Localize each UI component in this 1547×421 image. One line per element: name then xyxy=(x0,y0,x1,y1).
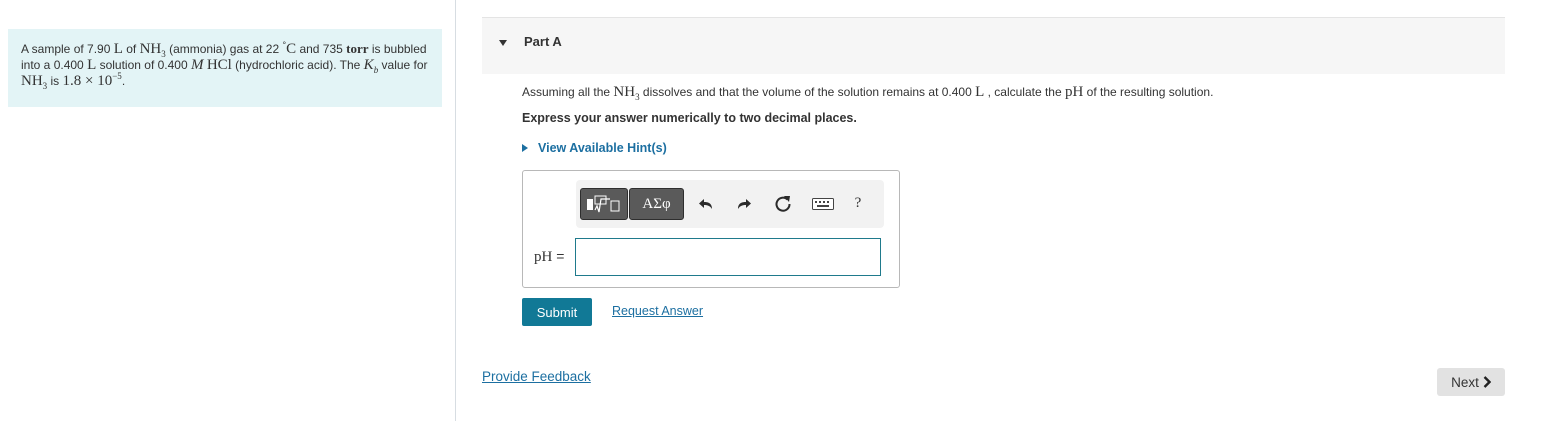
panel-divider xyxy=(455,0,456,421)
part-header[interactable]: Part A xyxy=(482,17,1505,74)
formula-nh3: NH3 xyxy=(21,73,48,91)
reset-icon[interactable] xyxy=(772,193,794,215)
keyboard-icon[interactable] xyxy=(810,195,836,213)
view-hints-toggle[interactable]: View Available Hint(s) xyxy=(522,141,667,155)
formula-nh3: NH3 xyxy=(139,41,166,59)
ph-symbol: pH xyxy=(1064,84,1084,100)
next-label: Next xyxy=(1451,374,1479,390)
undo-icon[interactable] xyxy=(696,194,716,214)
math-toolbar: ΑΣφ ? xyxy=(576,180,884,228)
redo-icon[interactable] xyxy=(734,194,754,214)
hint-label[interactable]: View Available Hint(s) xyxy=(538,141,667,155)
ph-answer-input[interactable] xyxy=(575,238,881,276)
problem-text: A sample of 7.90 xyxy=(21,42,114,56)
submit-button[interactable]: Submit xyxy=(522,298,592,326)
problem-text: is xyxy=(47,74,63,88)
unit-liters: L xyxy=(113,41,123,57)
problem-text: (ammonia) gas at 22 xyxy=(165,42,283,56)
formula-hcl: HCl xyxy=(206,57,232,73)
caret-down-icon[interactable] xyxy=(499,40,507,46)
chevron-right-icon xyxy=(1483,376,1491,388)
problem-statement: A sample of 7.90 L of NH3 (ammonia) gas … xyxy=(8,29,442,107)
templates-icon xyxy=(587,195,620,213)
answer-box: ΑΣφ ? pH = xyxy=(522,170,900,288)
formula-nh3: NH3 xyxy=(613,84,640,102)
unit-liters: L xyxy=(87,57,97,73)
answer-label: pH = xyxy=(534,248,565,265)
problem-text: (hydrochloric acid). The xyxy=(231,58,364,72)
problem-text: solution of 0.400 xyxy=(96,58,191,72)
question-text: Assuming all the NH3 dissolves and that … xyxy=(522,84,1214,102)
greek-symbols-button[interactable]: ΑΣφ xyxy=(629,188,684,220)
unit-torr: torr xyxy=(346,41,369,56)
problem-text: of xyxy=(122,42,140,56)
problem-text: value for xyxy=(378,58,428,72)
problem-text: and 735 xyxy=(296,42,347,56)
unit-celsius: C xyxy=(286,41,297,57)
next-button[interactable]: Next xyxy=(1437,368,1505,396)
unit-molarity: M xyxy=(190,57,204,73)
problem-text: . xyxy=(121,74,126,88)
caret-right-icon xyxy=(522,144,528,152)
provide-feedback-link[interactable]: Provide Feedback xyxy=(482,369,591,384)
templates-button[interactable] xyxy=(580,188,628,220)
answer-instruction: Express your answer numerically to two d… xyxy=(522,111,857,125)
help-icon[interactable]: ? xyxy=(848,192,868,214)
kb-value: 1.8 × 10−5 xyxy=(62,71,122,90)
part-title: Part A xyxy=(524,34,562,49)
unit-liters: L xyxy=(975,84,985,100)
kb-symbol: Kb xyxy=(363,57,379,75)
request-answer-link[interactable]: Request Answer xyxy=(612,304,703,318)
